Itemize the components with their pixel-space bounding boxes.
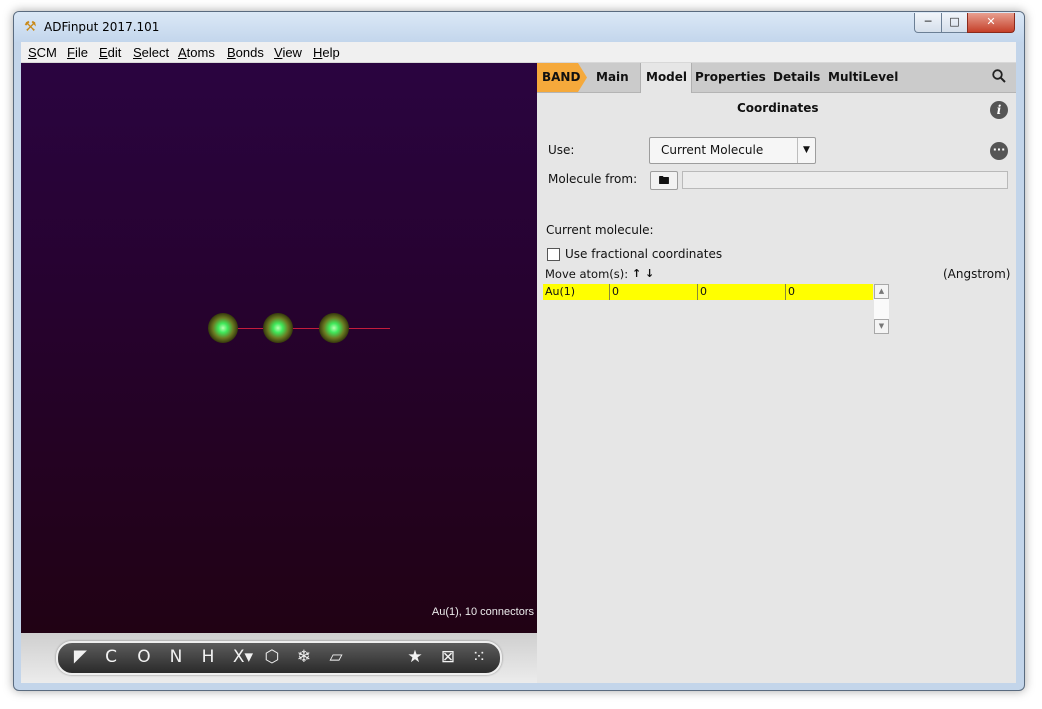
menu-scm[interactable]: SCM (28, 45, 57, 60)
folder-icon[interactable]: 🖿 (650, 171, 678, 190)
minimize-button[interactable]: ─ (914, 13, 942, 33)
molecule-from-field[interactable] (682, 171, 1008, 189)
section-title: Coordinates (737, 101, 819, 115)
fractional-coordinates-checkbox[interactable] (547, 248, 560, 261)
scroll-track[interactable] (874, 299, 889, 319)
window-title: ADFinput 2017.101 (44, 20, 160, 34)
app-icon: ⚒ (24, 19, 37, 35)
menu-bonds[interactable]: Bonds (227, 45, 264, 60)
carbon-tool-button[interactable]: C (100, 646, 122, 668)
element-picker-button[interactable]: X▾ (229, 646, 257, 668)
z-coordinate-cell[interactable]: 0 (786, 284, 873, 300)
use-label: Use: (548, 143, 575, 157)
scroll-down-icon[interactable]: ▼ (874, 319, 889, 334)
coordinates-table: Au(1) 0 0 0 (543, 284, 873, 300)
select-tool-icon[interactable]: ◣ (70, 646, 92, 668)
search-icon[interactable] (992, 69, 1006, 83)
atom-au-2[interactable] (263, 313, 293, 343)
viewer-status-text: Au(1), 10 connectors (431, 606, 534, 618)
menu-help[interactable]: Help (313, 45, 340, 60)
star-icon[interactable]: ★ (404, 646, 426, 668)
fractional-coordinates-label: Use fractional coordinates (565, 247, 723, 261)
current-molecule-label: Current molecule: (546, 223, 654, 237)
info-icon[interactable]: i (990, 101, 1008, 119)
move-atoms-label: Move atom(s): (545, 267, 629, 281)
atom-au-3[interactable] (319, 313, 349, 343)
main-content: Au(1), 10 connectors ◣ C O N H X▾ ⬡ ❄ ▱ … (21, 63, 1016, 683)
y-coordinate-cell[interactable]: 0 (698, 284, 786, 300)
tab-band[interactable]: BAND (542, 70, 580, 84)
use-dropdown-value: Current Molecule (661, 143, 764, 157)
menu-file[interactable]: File (67, 45, 88, 60)
hydrogen-tool-button[interactable]: H (197, 646, 219, 668)
properties-panel: BAND Main Model Properties Details Multi… (537, 63, 1016, 683)
chevron-down-icon[interactable]: ▼ (797, 138, 815, 163)
molecule-from-label: Molecule from: (548, 172, 638, 186)
move-arrows-icon[interactable]: ↑ ↓ (632, 267, 654, 280)
plane-icon[interactable]: ▱ (325, 646, 347, 668)
tab-multilevel[interactable]: MultiLevel (828, 70, 898, 84)
maximize-button[interactable]: □ (941, 13, 968, 33)
bond[interactable] (348, 328, 390, 329)
table-scrollbar[interactable]: ▲ ▼ (874, 284, 889, 334)
tab-details[interactable]: Details (773, 70, 820, 84)
app-window: ⚒ ADFinput 2017.101 ─ □ ✕ SCM File Edit … (13, 11, 1025, 691)
tab-model[interactable]: Model (646, 70, 687, 84)
molecule-viewer[interactable]: Au(1), 10 connectors ◣ C O N H X▾ ⬡ ❄ ▱ … (21, 63, 537, 683)
tab-bar: BAND Main Model Properties Details Multi… (537, 63, 1016, 93)
more-options-icon[interactable]: ··· (990, 142, 1008, 160)
scroll-up-icon[interactable]: ▲ (874, 284, 889, 299)
ring-icon[interactable]: ⬡ (261, 646, 283, 668)
units-label: (Angstrom) (943, 267, 1011, 281)
atom-au-1[interactable] (208, 313, 238, 343)
snowflake-icon[interactable]: ❄ (293, 646, 315, 668)
cluster-icon[interactable]: ⁙ (468, 646, 490, 668)
atom-name-cell[interactable]: Au(1) (543, 284, 610, 300)
use-dropdown[interactable]: Current Molecule ▼ (649, 137, 816, 164)
close-button[interactable]: ✕ (967, 13, 1015, 33)
title-bar[interactable]: ⚒ ADFinput 2017.101 ─ □ ✕ (14, 12, 1024, 42)
tab-properties[interactable]: Properties (695, 70, 766, 84)
menu-select[interactable]: Select (133, 45, 169, 60)
editing-toolbar: ◣ C O N H X▾ ⬡ ❄ ▱ ★ ⊠ ⁙ (56, 641, 502, 675)
oxygen-tool-button[interactable]: O (133, 646, 155, 668)
menu-edit[interactable]: Edit (99, 45, 121, 60)
tab-main[interactable]: Main (596, 70, 629, 84)
menu-bar: SCM File Edit Select Atoms Bonds View He… (21, 42, 1016, 63)
menu-view[interactable]: View (274, 45, 302, 60)
nitrogen-tool-button[interactable]: N (165, 646, 187, 668)
box-icon[interactable]: ⊠ (437, 646, 459, 668)
x-coordinate-cell[interactable]: 0 (610, 284, 698, 300)
menu-atoms[interactable]: Atoms (178, 45, 215, 60)
